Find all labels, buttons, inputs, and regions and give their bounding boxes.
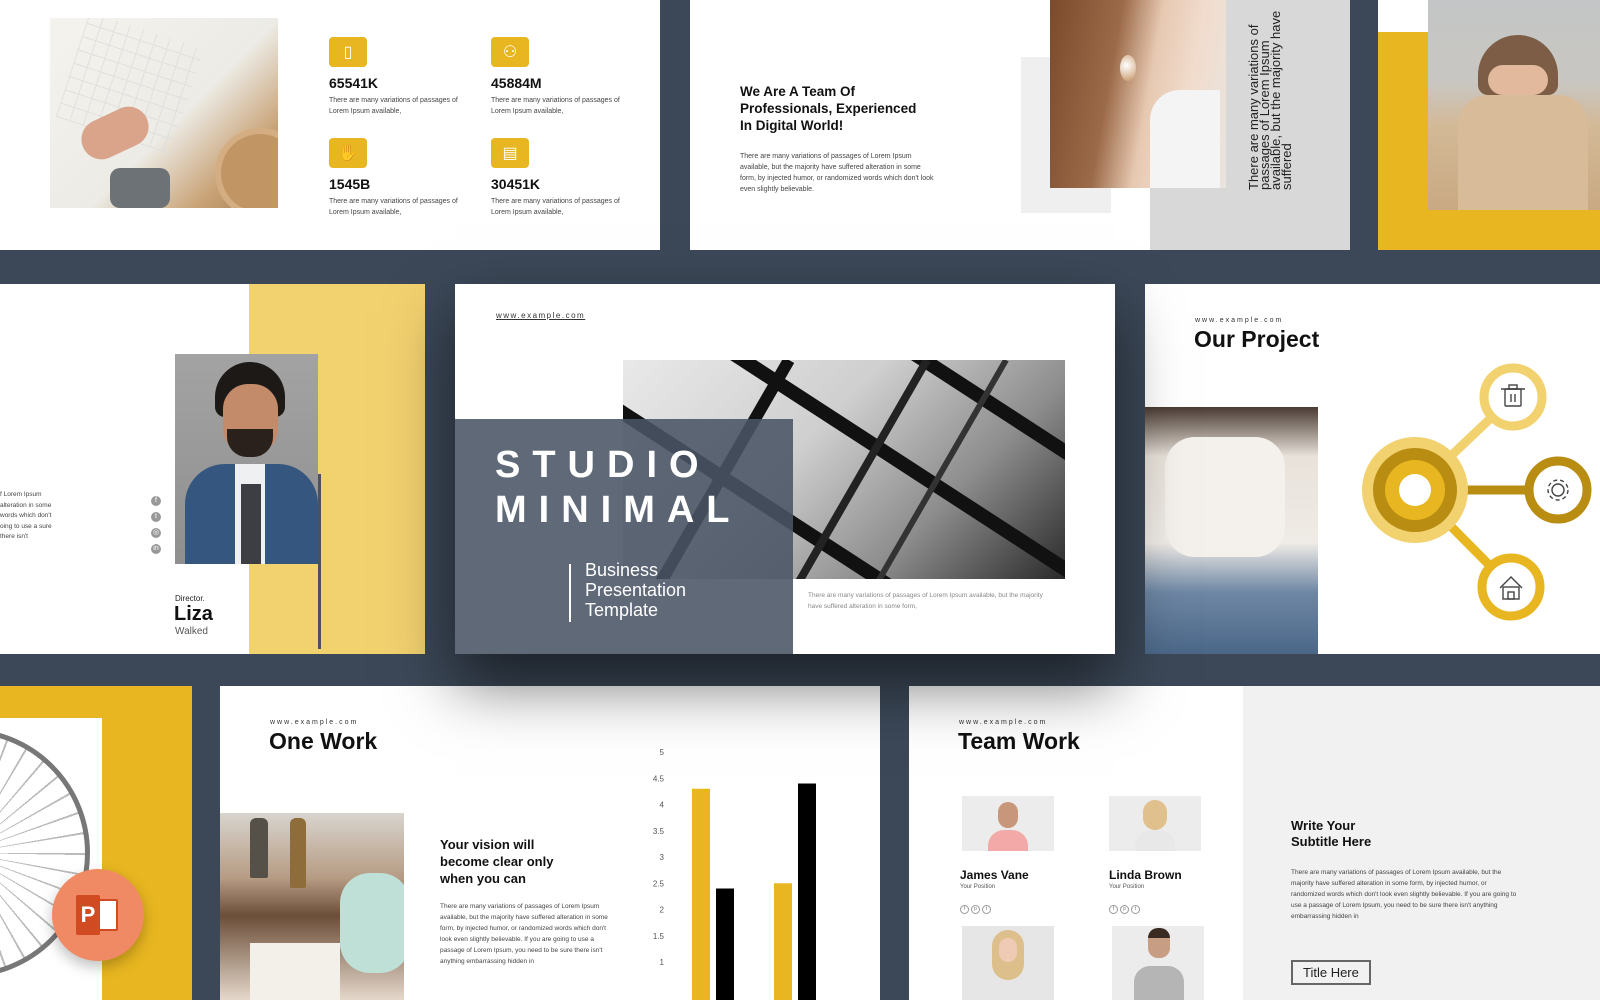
bar-1-series-1 <box>692 788 710 1000</box>
director-role: Director. <box>175 594 205 603</box>
facebook-icon[interactable]: f <box>1109 905 1118 914</box>
slide-team-professionals[interactable]: We Are A Team Of Professionals, Experien… <box>690 0 1350 250</box>
body-text: There are many variations of passages of… <box>740 153 934 193</box>
member-position: Your Position <box>1109 884 1145 890</box>
y-tick-label: 2.5 <box>653 879 665 888</box>
facebook-icon[interactable]: f <box>960 905 969 914</box>
subtitle-divider <box>569 564 571 622</box>
powerpoint-icon: P <box>76 895 120 935</box>
vertical-text: There are many variations of passages of… <box>1246 10 1294 190</box>
stat-value: 30451K <box>491 176 541 192</box>
y-tick-label: 4.5 <box>653 774 665 783</box>
heading: We Are A Team Of Professionals, Experien… <box>740 84 917 133</box>
member-photo <box>962 796 1054 851</box>
slide-title: One Work <box>269 728 378 754</box>
member-socials: fpt <box>1109 897 1142 915</box>
cover-body-text: There are many variations of passages of… <box>808 592 1043 610</box>
pinterest-icon[interactable]: p <box>971 905 980 914</box>
member-socials: fpt <box>960 897 993 915</box>
director-first-name: Liza <box>174 603 213 625</box>
website-link[interactable]: www.example.com <box>1195 317 1283 324</box>
subtitle-line1: Business <box>585 560 659 580</box>
subtitle: Write Your Subtitle Here <box>1291 818 1372 849</box>
slide-our-project[interactable]: www.example.com Our Project <box>1145 284 1600 654</box>
stat-desc: There are many variations of passages of… <box>329 97 458 115</box>
y-tick-label: 3 <box>660 853 665 862</box>
hand-money-icon: ✋ <box>329 138 367 168</box>
slide-cover[interactable]: www.example.com STUDIO MINIMAL Business … <box>455 284 1115 654</box>
facebook-icon[interactable]: f <box>151 496 161 506</box>
subtitle-line2: Presentation <box>585 580 687 600</box>
stat-desc: There are many variations of passages of… <box>491 97 620 115</box>
hub-center <box>1399 474 1431 506</box>
bar-chart: 1 1.5 2 2.5 3 3.5 4 4.5 5 <box>653 748 816 1000</box>
member-position: Your Position <box>960 884 996 890</box>
linkedin-icon[interactable]: in <box>151 544 161 554</box>
member-photo <box>1112 926 1204 1000</box>
instagram-icon[interactable]: ◎ <box>151 528 161 538</box>
member-name: James Vane <box>960 868 1029 882</box>
pinterest-icon[interactable]: p <box>1120 905 1129 914</box>
stat-value: 45884M <box>491 75 542 91</box>
y-tick-label: 5 <box>660 748 665 757</box>
bar-2-series-2 <box>798 783 816 1000</box>
slide-one-work[interactable]: www.example.com One Work Your vision wil… <box>220 686 880 1000</box>
twitter-icon[interactable]: t <box>151 512 161 522</box>
accent-line <box>318 474 321 649</box>
y-tick-label: 1.5 <box>653 932 665 941</box>
body-text: There are many variations of passages of… <box>1291 869 1517 920</box>
slide-team-work[interactable]: www.example.com Team Work James Vane You… <box>909 686 1600 1000</box>
website-link[interactable]: www.example.com <box>496 311 585 320</box>
member-photo <box>962 926 1054 1000</box>
stat-desc: There are many variations of passages of… <box>491 198 620 216</box>
subheading: Your vision will become clear only when … <box>440 837 554 886</box>
twitter-icon[interactable]: t <box>982 905 991 914</box>
project-diagram <box>1362 363 1592 621</box>
y-tick-label: 2 <box>660 906 665 915</box>
slide-director[interactable]: f Lorem Ipsum alteration in some words w… <box>0 284 425 654</box>
mobile-icon: ▯ <box>329 37 367 67</box>
cover-subtitle: Business Presentation Template <box>585 560 686 620</box>
devices-icon: ▤ <box>491 138 529 168</box>
stat-desc: There are many variations of passages of… <box>329 198 458 216</box>
slide-title: Our Project <box>1194 326 1320 352</box>
website-link[interactable]: www.example.com <box>959 719 1047 726</box>
y-tick-label: 4 <box>660 801 665 810</box>
node-gear <box>1524 456 1592 524</box>
director-last-name: Walked <box>175 626 208 637</box>
stat-value: 65541K <box>329 75 379 91</box>
stat-item: ▤ 30451K There are many variations of pa… <box>491 138 631 218</box>
earring-woman-photo <box>1050 0 1226 188</box>
body-text: There are many variations of passages of… <box>440 903 608 965</box>
stat-item: ⚇ 45884M There are many variations of pa… <box>491 37 631 117</box>
powerpoint-badge[interactable]: P <box>52 869 144 961</box>
node-trash <box>1479 363 1547 431</box>
stat-item: ▯ 65541K There are many variations of pa… <box>329 37 469 117</box>
planner-photo <box>50 18 278 208</box>
cover-title-line2: MINIMAL <box>495 489 742 531</box>
slide-yellow-portrait[interactable] <box>1378 0 1600 250</box>
stat-value: 1545B <box>329 176 371 192</box>
bar-1-series-2 <box>716 888 734 1000</box>
slide-title: Team Work <box>958 728 1080 754</box>
y-tick-label: 1 <box>660 958 665 967</box>
body-text-fragment: f Lorem Ipsum alteration in some words w… <box>0 491 52 540</box>
slide-stats[interactable]: ▯ 65541K There are many variations of pa… <box>0 0 660 250</box>
website-link[interactable]: www.example.com <box>270 719 358 726</box>
turtleneck-woman-photo <box>1428 0 1600 210</box>
director-photo <box>175 354 318 564</box>
y-tick-label: 3.5 <box>653 827 665 836</box>
writing-woman-photo <box>220 813 404 1000</box>
network-icon: ⚇ <box>491 37 529 67</box>
bar-2-series-1 <box>774 883 792 1000</box>
title-button[interactable]: Title Here <box>1291 960 1371 985</box>
bed-woman-photo <box>1145 407 1318 654</box>
social-icons: f t ◎ in <box>151 496 161 560</box>
subtitle-line3: Template <box>585 600 659 620</box>
cover-title-line1: STUDIO <box>495 444 711 486</box>
member-name: Linda Brown <box>1109 868 1182 882</box>
member-photo <box>1109 796 1201 851</box>
twitter-icon[interactable]: t <box>1131 905 1140 914</box>
stat-item: ✋ 1545B There are many variations of pas… <box>329 138 469 218</box>
